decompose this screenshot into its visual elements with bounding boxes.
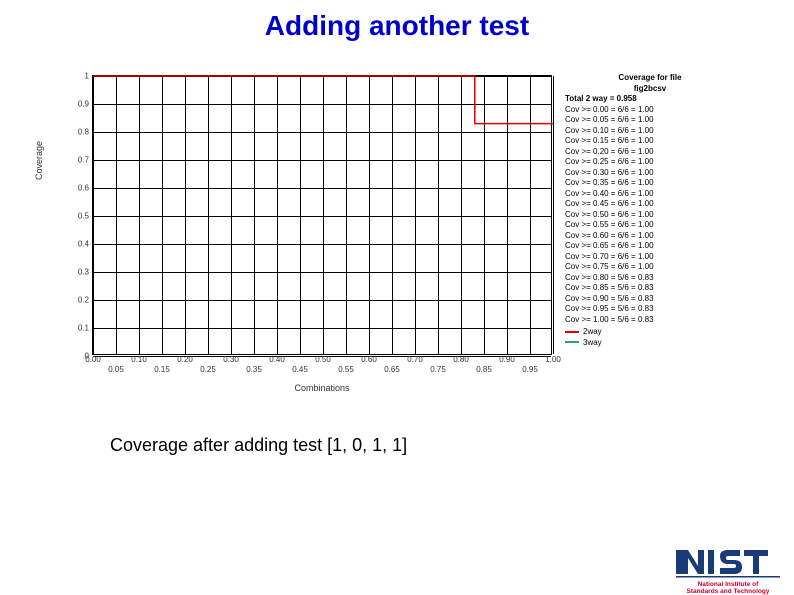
legend: 2way 3way [565,327,735,348]
series-layer [93,76,553,356]
coverage-row: Cov >= 0.10 = 6/6 = 1.00 [565,126,735,137]
coverage-row: Cov >= 0.60 = 6/6 = 1.00 [565,231,735,242]
coverage-row: Cov >= 0.20 = 6/6 = 1.00 [565,147,735,158]
coverage-row: Cov >= 0.00 = 6/6 = 1.00 [565,105,735,116]
x-tick: 0.35 [246,365,262,374]
coverage-chart: Coverage Combinations 00.10.20.30.40.50.… [30,60,750,395]
x-axis-label: Combinations [92,383,552,393]
legend-swatch [565,331,579,333]
x-tick: 0.40 [269,355,285,364]
x-tick: 0.70 [407,355,423,364]
coverage-row: Cov >= 0.70 = 6/6 = 1.00 [565,252,735,263]
x-tick: 0.45 [292,365,308,374]
coverage-row: Cov >= 0.45 = 6/6 = 1.00 [565,199,735,210]
x-tick: 0.15 [154,365,170,374]
coverage-row: Cov >= 0.75 = 6/6 = 1.00 [565,262,735,273]
y-tick: 0.7 [78,156,89,165]
y-tick: 0.3 [78,268,89,277]
legend-item: 2way [565,327,735,338]
x-tick: 0.90 [499,355,515,364]
y-tick: 0.5 [78,212,89,221]
coverage-row: Cov >= 0.80 = 5/6 = 0.83 [565,273,735,284]
x-tick: 0.65 [384,365,400,374]
x-tick: 0.85 [476,365,492,374]
coverage-row: Cov >= 0.15 = 6/6 = 1.00 [565,136,735,147]
coverage-row: Cov >= 0.30 = 6/6 = 1.00 [565,168,735,179]
coverage-row: Cov >= 0.90 = 5/6 = 0.83 [565,294,735,305]
x-tick: 0.30 [223,355,239,364]
y-tick: 0.6 [78,184,89,193]
side-total: Total 2 way = 0.958 [565,94,735,105]
nist-logo-subtitle: National Institute ofStandards and Techn… [676,581,780,595]
plot-area: 00.10.20.30.40.50.60.70.80.910.000.050.1… [92,75,552,355]
y-axis-label: Coverage [34,141,44,180]
coverage-row: Cov >= 0.35 = 6/6 = 1.00 [565,178,735,189]
x-tick: 0.50 [315,355,331,364]
y-tick: 0.9 [78,100,89,109]
y-tick: 0.8 [78,128,89,137]
y-tick: 0.1 [78,324,89,333]
coverage-row: Cov >= 0.50 = 6/6 = 1.00 [565,210,735,221]
side-header: Coverage for file [565,73,735,84]
x-tick: 0.05 [108,365,124,374]
nist-logo [676,545,780,585]
legend-swatch [565,341,579,343]
coverage-row: Cov >= 0.25 = 6/6 = 1.00 [565,157,735,168]
y-tick: 0.2 [78,296,89,305]
caption-text: Coverage after adding test [1, 0, 1, 1] [110,435,407,456]
x-tick: 0.25 [200,365,216,374]
coverage-row: Cov >= 0.55 = 6/6 = 1.00 [565,220,735,231]
x-tick: 0.60 [361,355,377,364]
x-tick: 0.20 [177,355,193,364]
series-2way [93,76,553,124]
y-tick: 1 [85,72,89,81]
grid-line-v [553,76,554,354]
legend-label: 3way [583,338,602,347]
x-tick: 0.10 [131,355,147,364]
coverage-row: Cov >= 0.40 = 6/6 = 1.00 [565,189,735,200]
coverage-side-panel: Coverage for file fig2bcsv Total 2 way =… [565,73,735,348]
coverage-row: Cov >= 0.95 = 5/6 = 0.83 [565,304,735,315]
coverage-row: Cov >= 0.65 = 6/6 = 1.00 [565,241,735,252]
coverage-row: Cov >= 1.00 = 5/6 = 0.83 [565,315,735,326]
x-tick: 0.55 [338,365,354,374]
x-tick: 0.75 [430,365,446,374]
x-tick: 1.00 [545,355,561,364]
side-filename: fig2bcsv [565,84,735,95]
coverage-row: Cov >= 0.05 = 6/6 = 1.00 [565,115,735,126]
coverage-row: Cov >= 0.85 = 5/6 = 0.83 [565,283,735,294]
legend-label: 2way [583,327,602,336]
x-tick: 0.95 [522,365,538,374]
page-title: Adding another test [0,10,794,42]
y-tick: 0.4 [78,240,89,249]
legend-item: 3way [565,338,735,349]
x-tick: 0.00 [85,355,101,364]
x-tick: 0.80 [453,355,469,364]
